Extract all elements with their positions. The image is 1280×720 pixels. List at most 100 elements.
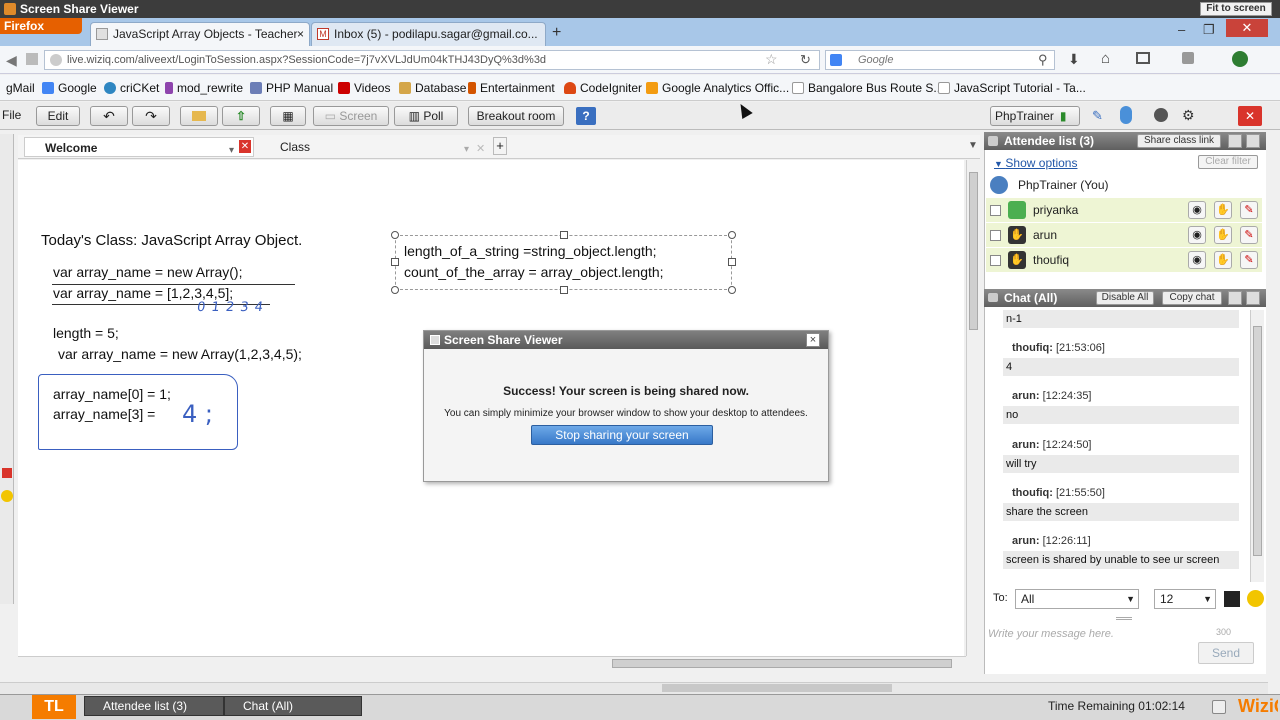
close-tab-icon[interactable]: × <box>297 23 304 45</box>
bookmark-bangalore-bus[interactable]: Bangalore Bus Route S... <box>792 81 943 95</box>
recipient-select[interactable]: All ▼ <box>1015 589 1139 609</box>
canvas-horizontal-scrollbar[interactable] <box>18 656 966 670</box>
tl-logo-button[interactable]: TL <box>32 695 76 719</box>
site-identity-icon[interactable] <box>50 54 62 66</box>
bookmark-entertainment[interactable]: Entertainment <box>468 81 555 95</box>
screenshot-icon[interactable] <box>1136 52 1150 64</box>
bookmark-codeigniter[interactable]: CodeIgniter <box>564 81 642 95</box>
content-icon[interactable]: ▦ <box>270 106 306 126</box>
tab-welcome[interactable]: Welcome ▾ ✕ <box>24 137 254 157</box>
url-bar[interactable]: live.wiziq.com/aliveext/LoginToSession.a… <box>44 50 820 70</box>
scroll-thumb[interactable] <box>612 659 952 668</box>
download-icon[interactable]: ⬇ <box>1068 51 1080 68</box>
expand-panel-icon[interactable] <box>1246 134 1260 148</box>
webcam-icon[interactable]: ◉ <box>1188 201 1206 219</box>
breakout-room-button[interactable]: Breakout room <box>468 106 564 126</box>
bookmark-php-manual[interactable]: PHP Manual <box>250 81 333 95</box>
color-red-tool[interactable] <box>2 468 12 478</box>
close-tab-icon[interactable]: ✕ <box>239 140 251 153</box>
tab-list-dropdown-icon[interactable]: ▼ <box>968 140 978 151</box>
tab-gmail-inbox[interactable]: M Inbox (5) - podilapu.sagar@gmail.co... <box>311 22 546 46</box>
resize-handle[interactable] <box>391 286 399 294</box>
text-color-picker[interactable] <box>1224 591 1240 607</box>
back-icon[interactable]: ◀ <box>6 52 17 69</box>
pen-icon[interactable]: ✎ <box>1092 108 1103 124</box>
clear-filter-button[interactable]: Clear filter <box>1198 155 1258 169</box>
user-status-button[interactable]: PhpTrainer ▮ <box>990 106 1080 126</box>
dialog-close-button[interactable]: × <box>806 333 820 347</box>
settings-icon[interactable]: ⚙ <box>1182 107 1195 124</box>
google-search-icon[interactable] <box>830 54 842 66</box>
edit-button[interactable]: Edit <box>36 106 80 126</box>
attendee-checkbox[interactable] <box>990 255 1001 266</box>
copy-chat-button[interactable]: Copy chat <box>1162 291 1222 305</box>
share-class-link-button[interactable]: Share class link <box>1137 134 1221 148</box>
close-tab-icon[interactable]: ✕ <box>476 139 485 159</box>
dropdown-icon[interactable]: ▾ <box>464 140 469 160</box>
minimized-chat[interactable]: Chat (All) <box>224 696 362 716</box>
show-options-link[interactable]: ▼ Show options <box>994 156 1077 170</box>
send-button[interactable]: Send <box>1198 642 1254 664</box>
attendee-checkbox[interactable] <box>990 230 1001 241</box>
scroll-thumb[interactable] <box>969 172 978 330</box>
font-size-select[interactable]: 12 ▼ <box>1154 589 1216 609</box>
attendee-checkbox[interactable] <box>990 205 1001 216</box>
bookmark-videos[interactable]: Videos <box>338 81 390 95</box>
fullscreen-icon[interactable] <box>1212 700 1226 714</box>
bookmark-star-icon[interactable]: ☆ <box>765 51 778 68</box>
scroll-thumb[interactable] <box>662 684 892 692</box>
resize-handle[interactable] <box>728 258 736 266</box>
open-folder-icon[interactable] <box>180 106 218 126</box>
minimize-panel-icon[interactable] <box>1228 134 1242 148</box>
poll-button[interactable]: ▥ Poll <box>394 106 458 126</box>
attendee-row[interactable]: ✋ thoufiq ◉ ✋ ✎ <box>986 248 1262 272</box>
bookmark-google-analytics[interactable]: Google Analytics Offic... <box>646 81 789 95</box>
minimize-panel-icon[interactable] <box>1228 291 1242 305</box>
dropdown-icon[interactable]: ▾ <box>229 141 234 161</box>
scroll-thumb[interactable] <box>1253 326 1262 556</box>
forward-icon[interactable] <box>26 53 38 65</box>
pen-icon[interactable]: ✎ <box>1240 251 1258 269</box>
bookmark-mod-rewrite[interactable]: mod_rewrite <box>165 81 243 95</box>
redo-icon[interactable]: ↷ <box>132 106 170 126</box>
search-input[interactable]: Google <box>825 50 1055 70</box>
canvas-vertical-scrollbar[interactable] <box>966 160 980 656</box>
help-button[interactable]: ? <box>576 107 596 125</box>
file-menu[interactable]: File <box>2 108 21 122</box>
bookmark-database[interactable]: Database <box>399 81 466 95</box>
exit-class-icon[interactable]: ✕ <box>1238 106 1262 126</box>
magnifier-icon[interactable]: ⚲ <box>1038 52 1048 68</box>
emoticon-icon[interactable] <box>1247 590 1264 607</box>
tab-javascript-array[interactable]: JavaScript Array Objects - Teacher × <box>90 22 310 46</box>
pen-icon[interactable]: ✎ <box>1240 201 1258 219</box>
add-tab-button[interactable]: + <box>493 137 507 155</box>
bookmark-javascript-tutorial[interactable]: JavaScript Tutorial - Ta... <box>938 81 1086 95</box>
resize-handle[interactable] <box>728 286 736 294</box>
screen-share-button[interactable]: ▭ Screen <box>313 106 389 126</box>
new-tab-button[interactable]: + <box>552 24 561 42</box>
microphone-icon[interactable] <box>1120 106 1132 124</box>
page-horizontal-scrollbar[interactable] <box>0 682 1268 694</box>
drawing-tools-palette[interactable] <box>0 134 14 604</box>
resize-handle[interactable] <box>391 231 399 239</box>
webcam-icon[interactable] <box>1154 108 1168 122</box>
webcam-icon[interactable]: ◉ <box>1188 226 1206 244</box>
microphone-icon[interactable]: ✋ <box>1214 251 1232 269</box>
chat-input[interactable]: Write your message here. <box>988 628 1114 640</box>
minimized-attendee-list[interactable]: Attendee list (3) <box>84 696 224 716</box>
addon-icon[interactable] <box>1182 52 1194 64</box>
home-icon[interactable]: ⌂ <box>1101 50 1110 67</box>
attendee-row[interactable]: priyanka ◉ ✋ ✎ <box>986 198 1262 222</box>
disable-all-button[interactable]: Disable All <box>1096 291 1154 305</box>
microphone-icon[interactable]: ✋ <box>1214 226 1232 244</box>
bookmark-cricket[interactable]: criCKet <box>104 81 159 95</box>
attendee-row[interactable]: ✋ arun ◉ ✋ ✎ <box>986 223 1262 247</box>
extension-icon[interactable] <box>1232 51 1248 67</box>
pen-icon[interactable]: ✎ <box>1240 226 1258 244</box>
restore-icon[interactable]: ❐ <box>1203 22 1215 38</box>
resize-handle[interactable] <box>560 286 568 294</box>
resize-handle[interactable] <box>560 231 568 239</box>
undo-icon[interactable]: ↶ <box>90 106 128 126</box>
window-close-button[interactable]: ✕ <box>1226 19 1268 37</box>
reload-icon[interactable]: ↻ <box>800 52 811 68</box>
